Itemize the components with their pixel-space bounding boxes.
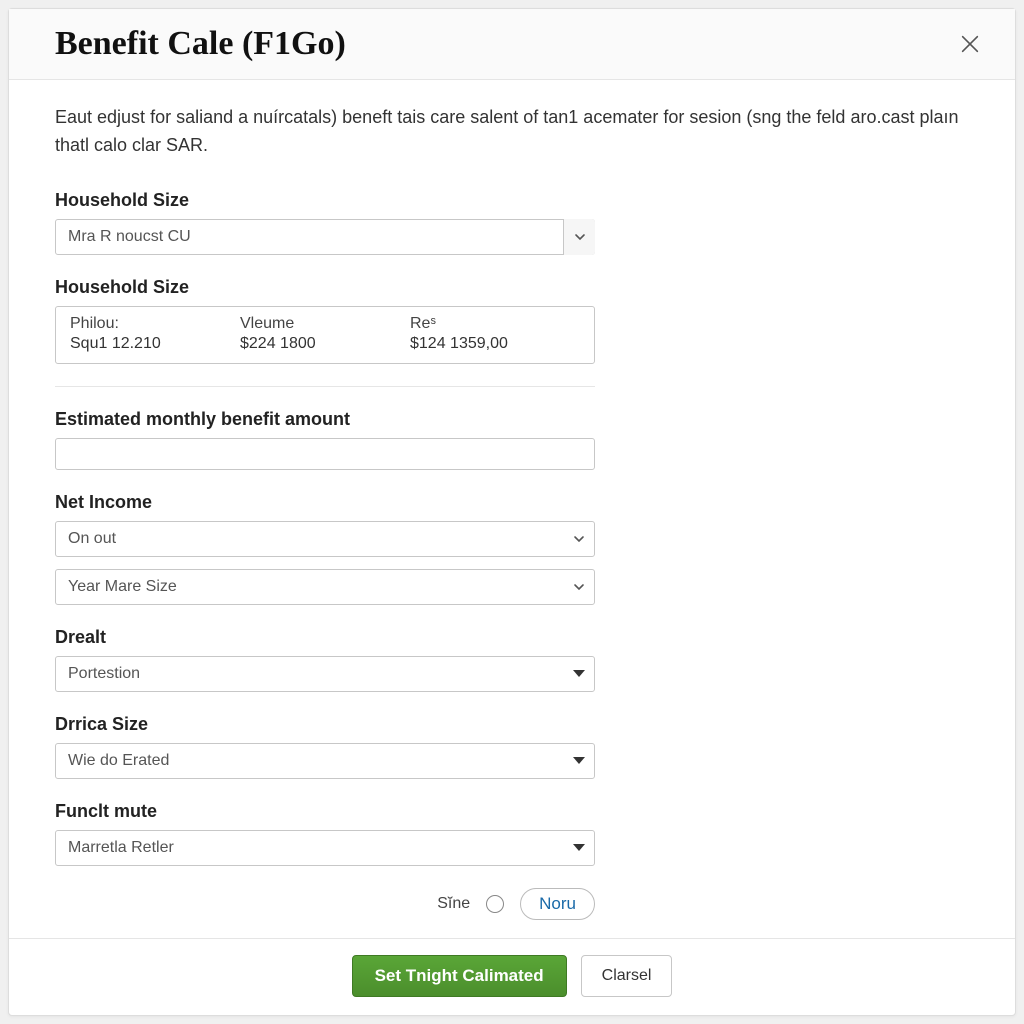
- field-net-income: Net Income On out Year Mare Size: [55, 492, 595, 605]
- household-size-1-label: Household Size: [55, 190, 595, 211]
- dialog: Benefit Cale (F1Go) Eaut edjust for sali…: [8, 8, 1016, 1016]
- cancel-button[interactable]: Clarsel: [581, 955, 673, 997]
- summary-1-label: Philou:: [70, 315, 240, 333]
- household-size-2-label: Household Size: [55, 277, 595, 298]
- intro-text: Eaut edjust for saliand a nuírcatals) be…: [55, 104, 969, 160]
- close-icon: [959, 33, 981, 55]
- noru-button[interactable]: Noru: [520, 888, 595, 920]
- size-row: Sĭne Noru: [55, 888, 595, 920]
- drealt-value: Portestion: [55, 656, 595, 692]
- income-summary-box: Philou: Squ1 12.210 Vleume $224 1800 Reˢ…: [55, 306, 595, 364]
- dialog-title: Benefit Cale (F1Go): [55, 25, 346, 63]
- net-income-select-1[interactable]: On out: [55, 521, 595, 557]
- field-household-size-2: Household Size Philou: Squ1 12.210 Vleum…: [55, 277, 595, 364]
- chevron-down-icon: [573, 743, 585, 779]
- summary-2-label: Vleume: [240, 315, 410, 333]
- drrica-size-value: Wie do Erated: [55, 743, 595, 779]
- net-income-value-1: On out: [55, 521, 595, 557]
- form-column: Household Size Mra R noucst CU Household…: [55, 190, 595, 920]
- field-estimated-benefit: Estimated monthly benefit amount: [55, 409, 595, 470]
- estimated-benefit-input[interactable]: [55, 438, 595, 470]
- dialog-body: Eaut edjust for saliand a nuírcatals) be…: [9, 80, 1015, 938]
- funclt-mute-select[interactable]: Marretla Retler: [55, 830, 595, 866]
- chevron-down-icon: [563, 219, 595, 255]
- divider: [55, 386, 595, 387]
- drrica-size-select[interactable]: Wie do Erated: [55, 743, 595, 779]
- drrica-size-label: Drrica Size: [55, 714, 595, 735]
- net-income-select-2[interactable]: Year Mare Size: [55, 569, 595, 605]
- field-drrica-size: Drrica Size Wie do Erated: [55, 714, 595, 779]
- household-size-1-select[interactable]: Mra R noucst CU: [55, 219, 595, 255]
- summary-3-label: Reˢ: [410, 315, 580, 333]
- chevron-down-icon: [573, 569, 585, 605]
- size-radio[interactable]: [486, 895, 504, 913]
- summary-3-value: $124 1359,00: [410, 335, 580, 353]
- estimated-benefit-label: Estimated monthly benefit amount: [55, 409, 595, 430]
- household-size-1-value: Mra R noucst CU: [55, 219, 595, 255]
- field-funclt-mute: Funclt mute Marretla Retler: [55, 801, 595, 866]
- dialog-header: Benefit Cale (F1Go): [9, 9, 1015, 80]
- net-income-label: Net Income: [55, 492, 595, 513]
- field-household-size-1: Household Size Mra R noucst CU: [55, 190, 595, 255]
- summary-1-value: Squ1 12.210: [70, 335, 240, 353]
- summary-col-3: Reˢ $124 1359,00: [410, 315, 580, 353]
- chevron-down-icon: [573, 521, 585, 557]
- chevron-down-icon: [573, 830, 585, 866]
- funclt-mute-label: Funclt mute: [55, 801, 595, 822]
- summary-col-2: Vleume $224 1800: [240, 315, 410, 353]
- funclt-mute-value: Marretla Retler: [55, 830, 595, 866]
- primary-action-button[interactable]: Set Tnight Calimated: [352, 955, 567, 997]
- size-label: Sĭne: [437, 895, 470, 913]
- field-drealt: Drealt Portestion: [55, 627, 595, 692]
- summary-2-value: $224 1800: [240, 335, 410, 353]
- chevron-down-icon: [573, 656, 585, 692]
- drealt-label: Drealt: [55, 627, 595, 648]
- net-income-value-2: Year Mare Size: [55, 569, 595, 605]
- drealt-select[interactable]: Portestion: [55, 656, 595, 692]
- dialog-footer: Set Tnight Calimated Clarsel: [9, 938, 1015, 1015]
- summary-col-1: Philou: Squ1 12.210: [70, 315, 240, 353]
- close-button[interactable]: [955, 29, 985, 59]
